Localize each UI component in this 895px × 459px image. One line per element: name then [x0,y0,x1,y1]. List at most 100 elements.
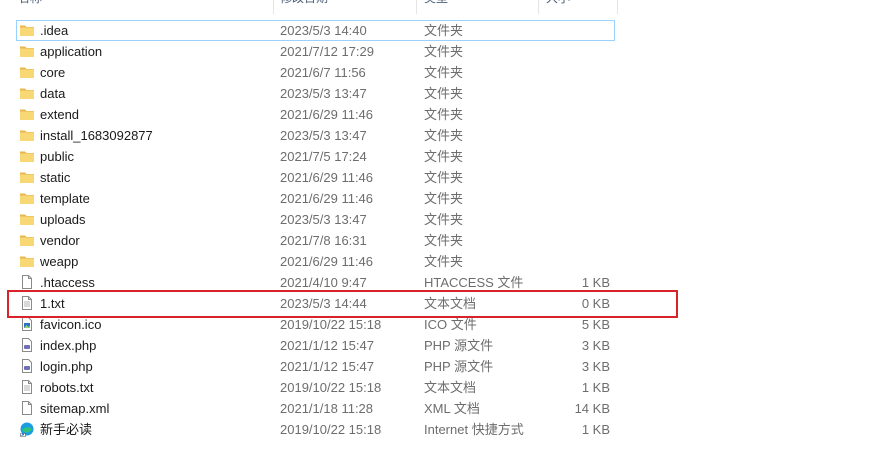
file-type: 文件夹 [424,128,464,143]
folder-icon [19,127,35,143]
generic-file-icon [19,274,35,290]
column-divider[interactable] [416,0,417,14]
file-row[interactable]: 1.txt 2023/5/3 14:44 文本文档 0 KB [0,293,895,314]
file-type: PHP 源文件 [424,338,494,353]
file-row[interactable]: index.php 2021/1/12 15:47 PHP 源文件 3 KB [0,335,895,356]
file-row[interactable]: .idea 2023/5/3 14:40 文件夹 [0,20,895,41]
file-modified-date: 2021/4/10 9:47 [280,275,367,290]
file-name: static [40,170,71,185]
file-modified-date: 2019/10/22 15:18 [280,422,382,437]
file-row[interactable]: vendor 2021/7/8 16:31 文件夹 [0,230,895,251]
file-type: 文件夹 [424,107,464,122]
file-row[interactable]: uploads 2023/5/3 13:47 文件夹 [0,209,895,230]
column-header-name[interactable]: 名称 [18,0,42,12]
column-header-bar: 名称 修改日期 类型 大小 [0,0,618,14]
php-file-icon [19,337,35,353]
file-size: 3 KB [581,338,610,353]
file-name: 新手必读 [40,422,93,437]
file-size: 5 KB [581,317,610,332]
file-size: 3 KB [581,359,610,374]
file-size: 1 KB [581,380,610,395]
text-file-icon [19,379,35,395]
file-size [540,167,610,188]
file-row[interactable]: login.php 2021/1/12 15:47 PHP 源文件 3 KB [0,356,895,377]
image-file-icon [19,316,35,332]
file-type: 文本文档 [424,296,477,311]
file-row[interactable]: sitemap.xml 2021/1/18 11:28 XML 文档 14 KB [0,398,895,419]
file-row[interactable]: weapp 2021/6/29 11:46 文件夹 [0,251,895,272]
file-modified-date: 2023/5/3 13:47 [280,212,367,227]
column-divider[interactable] [273,0,274,14]
file-row[interactable]: data 2023/5/3 13:47 文件夹 [0,83,895,104]
file-type: XML 文档 [424,401,480,416]
file-name: 1.txt [40,296,65,311]
file-row[interactable]: install_1683092877 2023/5/3 13:47 文件夹 [0,125,895,146]
file-size [540,209,610,230]
file-modified-date: 2019/10/22 15:18 [280,317,382,332]
folder-icon [19,22,35,38]
file-size [540,62,610,83]
column-header-size[interactable]: 大小 [546,0,570,12]
column-header-date[interactable]: 修改日期 [280,0,328,12]
file-size: 1 KB [581,422,610,437]
file-name: extend [40,107,80,122]
file-size [540,83,610,104]
file-name: .idea [40,23,69,38]
file-size: 1 KB [581,275,610,290]
file-name: weapp [40,254,79,269]
file-type: 文件夹 [424,23,464,38]
file-modified-date: 2019/10/22 15:18 [280,380,382,395]
file-row[interactable]: core 2021/6/7 11:56 文件夹 [0,62,895,83]
file-size [540,230,610,251]
folder-icon [19,64,35,80]
file-row[interactable]: extend 2021/6/29 11:46 文件夹 [0,104,895,125]
column-header-type[interactable]: 类型 [424,0,448,12]
column-divider[interactable] [617,0,618,14]
file-modified-date: 2021/6/29 11:46 [280,170,374,185]
file-name: .htaccess [40,275,95,290]
generic-file-icon [19,400,35,416]
file-type: Internet 快捷方式 [424,422,524,437]
file-modified-date: 2021/6/29 11:46 [280,107,374,122]
file-type: HTACCESS 文件 [424,275,524,290]
file-name: login.php [40,359,93,374]
file-row[interactable]: robots.txt 2019/10/22 15:18 文本文档 1 KB [0,377,895,398]
file-row[interactable]: 新手必读 2019/10/22 15:18 Internet 快捷方式 1 KB [0,419,895,440]
file-size [540,146,610,167]
file-type: 文件夹 [424,149,464,164]
file-modified-date: 2023/5/3 13:47 [280,128,367,143]
folder-icon [19,232,35,248]
file-row[interactable]: template 2021/6/29 11:46 文件夹 [0,188,895,209]
file-name: data [40,86,66,101]
file-size [540,188,610,209]
column-divider[interactable] [538,0,539,14]
internet-shortcut-icon [19,421,35,437]
file-name: index.php [40,338,97,353]
file-type: 文本文档 [424,380,477,395]
file-row[interactable]: static 2021/6/29 11:46 文件夹 [0,167,895,188]
file-name: favicon.ico [40,317,102,332]
file-row[interactable]: application 2021/7/12 17:29 文件夹 [0,41,895,62]
file-size [540,104,610,125]
file-type: 文件夹 [424,86,464,101]
file-size [540,125,610,146]
file-modified-date: 2021/7/5 17:24 [280,149,367,164]
file-modified-date: 2021/6/7 11:56 [280,65,366,80]
file-name: core [40,65,66,80]
file-modified-date: 2023/5/3 13:47 [280,86,367,101]
folder-icon [19,106,35,122]
file-modified-date: 2021/6/29 11:46 [280,191,374,206]
file-row[interactable]: public 2021/7/5 17:24 文件夹 [0,146,895,167]
folder-icon [19,169,35,185]
file-name: uploads [40,212,86,227]
file-type: 文件夹 [424,212,464,227]
file-row[interactable]: favicon.ico 2019/10/22 15:18 ICO 文件 5 KB [0,314,895,335]
file-name: template [40,191,90,206]
php-file-icon [19,358,35,374]
file-size [540,41,610,62]
file-name: application [40,44,103,59]
file-row[interactable]: .htaccess 2021/4/10 9:47 HTACCESS 文件 1 KB [0,272,895,293]
file-type: 文件夹 [424,44,464,59]
file-type: 文件夹 [424,170,464,185]
file-type: ICO 文件 [424,317,477,332]
